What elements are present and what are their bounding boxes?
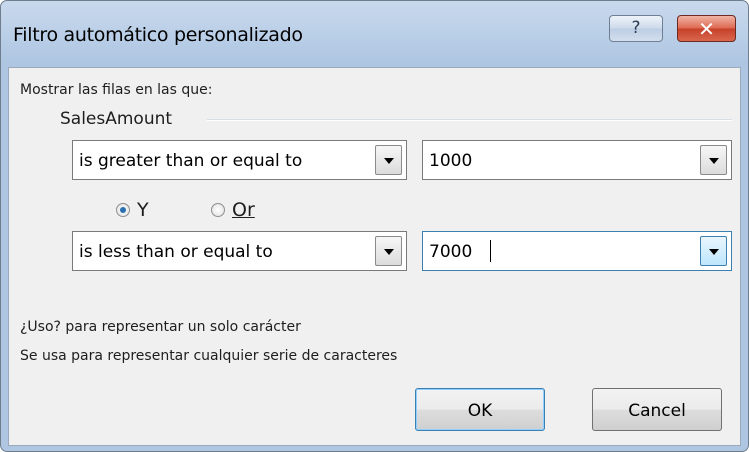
condition1-operator-select[interactable]: is greater than or equal to — [72, 140, 407, 180]
chevron-down-icon — [384, 158, 394, 164]
field-name-label: SalesAmount — [60, 109, 173, 129]
condition2-operator-select[interactable]: is less than or equal to — [72, 231, 407, 271]
condition1-value: 1000 — [429, 151, 473, 171]
condition1-operator-dropdown-button[interactable] — [375, 145, 402, 175]
condition1-operator-value: is greater than or equal to — [79, 151, 303, 171]
condition2-value-dropdown-button[interactable] — [700, 236, 727, 266]
dialog-title: Filtro automático personalizado — [13, 24, 303, 46]
dialog-body: Mostrar las filas en las que: SalesAmoun… — [8, 67, 741, 446]
chevron-down-icon — [384, 249, 394, 255]
condition2-operator-value: is less than or equal to — [79, 242, 273, 262]
or-radio-label[interactable]: Or — [232, 199, 255, 221]
close-icon: ✕ — [698, 17, 715, 41]
ok-button[interactable]: OK — [415, 388, 545, 431]
title-bar[interactable]: Filtro automático personalizado ? ✕ — [1, 1, 748, 67]
hint-any-series: Se usa para representar cualquier serie … — [20, 348, 398, 364]
condition1-value-dropdown-button[interactable] — [700, 145, 727, 175]
chevron-down-icon — [709, 249, 719, 255]
condition1-value-combobox[interactable]: 1000 — [422, 140, 732, 180]
help-icon: ? — [631, 18, 641, 38]
help-button[interactable]: ? — [609, 15, 663, 42]
custom-autofilter-dialog: Filtro automático personalizado ? ✕ Most… — [0, 0, 749, 452]
chevron-down-icon — [709, 158, 719, 164]
condition2-value-combobox[interactable]: 7000 — [422, 231, 732, 271]
show-rows-label: Mostrar las filas en las que: — [20, 82, 213, 98]
condition2-operator-dropdown-button[interactable] — [375, 236, 402, 266]
condition2-value: 7000 — [429, 242, 473, 262]
and-radio-label[interactable]: Y — [137, 199, 149, 221]
or-radio[interactable] — [211, 203, 225, 217]
group-divider — [207, 119, 732, 121]
text-caret — [490, 240, 491, 262]
hint-single-character: ¿Uso? para representar un solo carácter — [20, 319, 301, 335]
and-radio[interactable] — [116, 203, 130, 217]
ok-button-label: OK — [467, 401, 493, 421]
cancel-button-label: Cancel — [628, 401, 686, 421]
cancel-button[interactable]: Cancel — [592, 388, 722, 431]
close-button[interactable]: ✕ — [677, 15, 736, 42]
